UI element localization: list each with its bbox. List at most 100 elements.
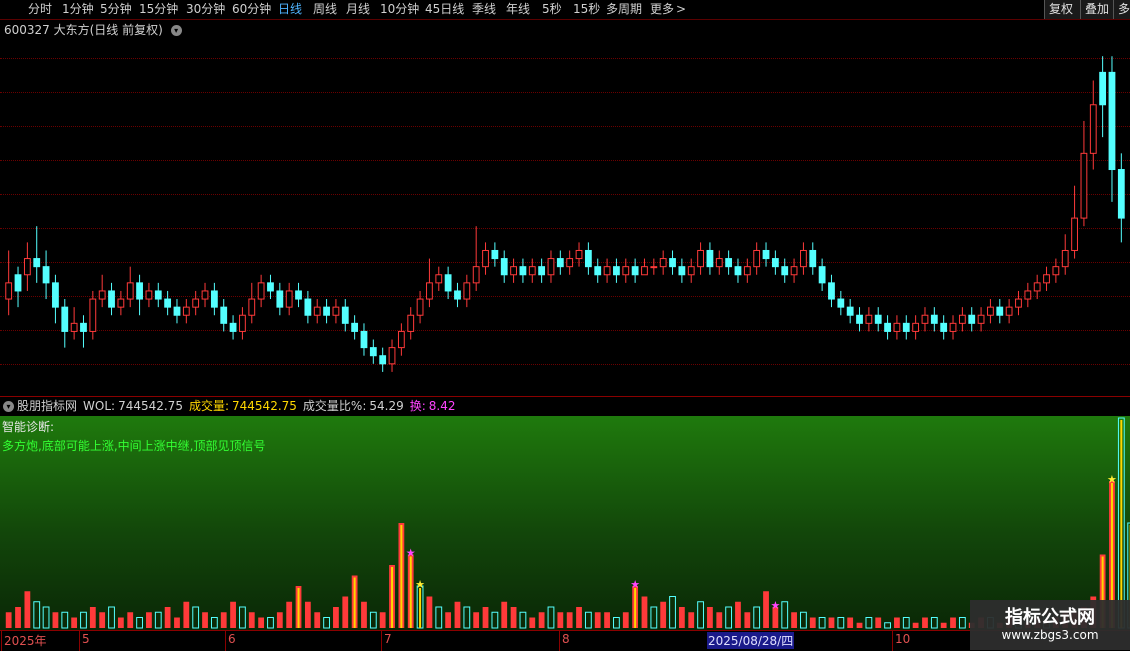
period-tab-4[interactable]: 30分钟 (186, 2, 225, 17)
volume-bar (922, 618, 928, 629)
period-tab-6[interactable]: 日线 (278, 2, 302, 17)
period-tab-13[interactable]: 5秒 (542, 2, 562, 17)
candle (314, 299, 320, 323)
candle (988, 299, 994, 323)
candle (380, 348, 386, 372)
period-tab-2[interactable]: 5分钟 (100, 2, 132, 17)
candle (352, 315, 358, 339)
volume-bar (548, 607, 554, 628)
candle (791, 259, 797, 283)
more-chevron-icon[interactable]: > (676, 2, 686, 17)
toolbar-button-2[interactable]: 多 (1113, 0, 1130, 19)
candle-body (240, 315, 246, 331)
period-tab-7[interactable]: 周线 (313, 2, 337, 17)
volume-bar-highlight (298, 588, 300, 628)
period-tab-8[interactable]: 月线 (346, 2, 370, 17)
candle (370, 340, 376, 364)
candle-body (492, 250, 498, 258)
volume-bar (193, 607, 199, 628)
period-tab-5[interactable]: 60分钟 (232, 2, 271, 17)
volume-bar (763, 591, 769, 628)
volume-bar (585, 612, 591, 628)
indicator-source[interactable]: 股朋指标网 (17, 399, 77, 413)
candle-body (670, 259, 676, 267)
candle-body (819, 267, 825, 283)
candle (155, 283, 161, 307)
candle-body (333, 307, 339, 315)
volume-chart[interactable]: ★★★★★ (0, 416, 1130, 630)
volume-bar (71, 618, 77, 629)
candle (99, 275, 105, 307)
candle (716, 250, 722, 274)
volume-bar (146, 612, 152, 628)
date-tick (79, 631, 80, 651)
volume-bar (838, 618, 844, 629)
volume-bar (754, 607, 760, 628)
volume-bar (240, 607, 246, 628)
toolbar-button-1[interactable]: 叠加 (1080, 0, 1113, 19)
candle (632, 259, 638, 283)
volume-bar (370, 612, 376, 628)
candle-body (1081, 153, 1087, 218)
candlestick-chart[interactable] (0, 36, 1130, 396)
period-tab-3[interactable]: 15分钟 (139, 2, 178, 17)
vol-value: 744542.75 (232, 399, 297, 413)
volume-bar (427, 597, 433, 629)
period-tab-15[interactable]: 多周期 (606, 2, 642, 17)
candle (576, 242, 582, 266)
candle-body (389, 348, 395, 364)
candle (34, 226, 40, 283)
period-tab-16[interactable]: 更多 (650, 2, 674, 17)
volume-bar (43, 607, 49, 628)
volume-bar (810, 618, 816, 629)
toolbar-button-0[interactable]: 复权 (1044, 0, 1080, 19)
candle-body (716, 259, 722, 267)
candle-body (249, 299, 255, 315)
volume-bar (698, 602, 704, 628)
candle-body (118, 299, 124, 307)
candle (127, 267, 133, 307)
candle (464, 275, 470, 307)
candle (997, 299, 1003, 323)
turnover-label: 换: (410, 399, 426, 413)
indicator-menu-chevron-icon[interactable]: ▾ (3, 401, 14, 412)
volume-bar-highlight (400, 525, 402, 628)
candle-body (258, 283, 264, 299)
period-tab-11[interactable]: 季线 (472, 2, 496, 17)
candle-body (604, 267, 610, 275)
candle (286, 283, 292, 315)
volume-bar (857, 623, 863, 628)
period-tab-0[interactable]: 分时 (28, 2, 52, 17)
volume-bar (866, 618, 872, 629)
volume-bar (277, 612, 283, 628)
candle-body (754, 250, 760, 266)
candle (885, 315, 891, 339)
volume-bar (314, 612, 320, 628)
volume-bar (913, 623, 919, 628)
stock-menu-chevron-icon[interactable]: ▾ (171, 25, 182, 36)
candle-body (43, 267, 49, 283)
candle (819, 259, 825, 291)
volume-bar (595, 612, 601, 628)
candle-body (53, 283, 59, 307)
period-tab-14[interactable]: 15秒 (573, 2, 600, 17)
candle-body (286, 291, 292, 307)
period-tab-12[interactable]: 年线 (506, 2, 530, 17)
candle (492, 242, 498, 266)
candle-body (305, 299, 311, 315)
candle (726, 250, 732, 274)
candle (62, 299, 68, 348)
period-tab-1[interactable]: 1分钟 (62, 2, 94, 17)
volume-bar (847, 618, 853, 629)
period-tab-9[interactable]: 10分钟 (380, 2, 419, 17)
candle-body (548, 259, 554, 275)
volume-bar (679, 607, 685, 628)
candle-body (866, 315, 872, 323)
period-tab-10[interactable]: 45日线 (425, 2, 464, 17)
candle (557, 250, 563, 274)
candle-body (501, 259, 507, 275)
candle (1090, 80, 1096, 169)
candle-body (1053, 267, 1059, 275)
volume-bar (268, 618, 274, 629)
volume-bar (155, 612, 161, 628)
